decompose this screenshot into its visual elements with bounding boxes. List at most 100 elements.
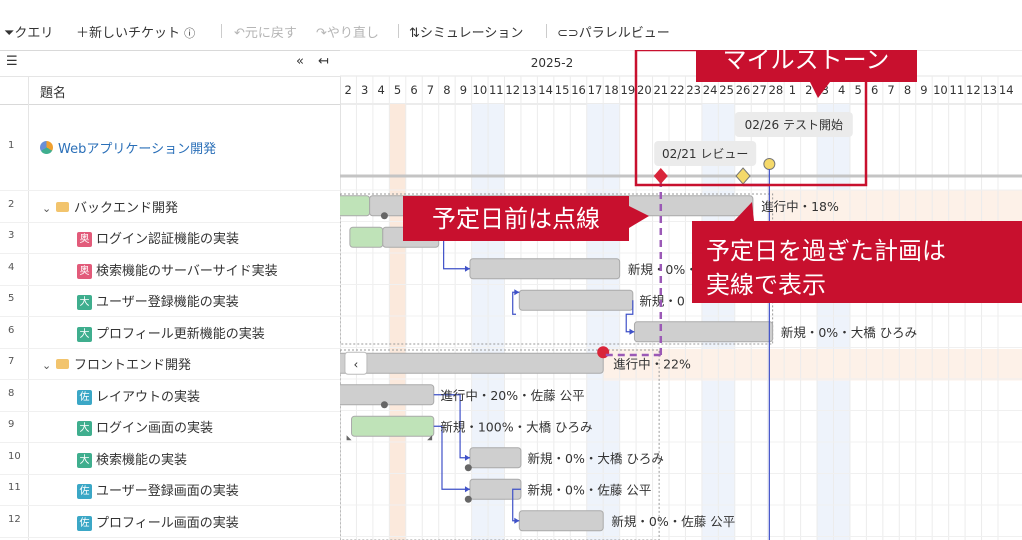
list-item-project[interactable]: Webアプリケーション開発 bbox=[40, 138, 216, 157]
day-label: 7 bbox=[427, 83, 434, 97]
row-number: 6 bbox=[8, 324, 15, 336]
resize-handle[interactable] bbox=[346, 435, 352, 441]
day-label: 8 bbox=[904, 83, 911, 97]
arrow-head bbox=[514, 289, 520, 296]
simulation-button[interactable]: ⇅シミュレーション bbox=[409, 22, 523, 41]
day-label: 14 bbox=[538, 83, 553, 97]
weekend-column bbox=[586, 104, 604, 540]
assignee-badge: 奥 bbox=[77, 263, 92, 279]
day-label: 25 bbox=[719, 83, 734, 97]
arrow-head bbox=[464, 265, 470, 272]
title-column-header[interactable]: 題名 bbox=[40, 82, 66, 101]
day-label: 1 bbox=[789, 83, 796, 97]
task-bar[interactable] bbox=[633, 321, 774, 343]
row-divider bbox=[0, 253, 340, 254]
assignee-badge: 大 bbox=[77, 452, 92, 468]
query-button[interactable]: ⏷クエリ bbox=[4, 22, 53, 41]
dependency-handle[interactable] bbox=[464, 464, 472, 472]
row-number: 12 bbox=[8, 513, 21, 525]
bar-label: 進行中・22% bbox=[613, 356, 691, 371]
weekend-column bbox=[389, 104, 406, 540]
task-bar-progress[interactable] bbox=[340, 195, 371, 217]
row-number: 1 bbox=[8, 140, 15, 151]
panel-toolbar: ☰ « ↤ bbox=[0, 50, 340, 77]
day-label: 15 bbox=[555, 83, 570, 97]
row-divider bbox=[0, 284, 340, 286]
task-bar-progress[interactable] bbox=[351, 415, 435, 437]
bar-label: 新規・0%・佐藤 公平 bbox=[528, 482, 652, 497]
list-item-task[interactable]: 大ユーザー登録機能の実装 bbox=[77, 291, 239, 311]
group-bar[interactable] bbox=[340, 352, 604, 374]
dependency-handle[interactable] bbox=[464, 495, 472, 503]
row-divider bbox=[0, 536, 340, 538]
list-item-task[interactable]: 大検索機能の実装 bbox=[77, 449, 187, 468]
milestone-diamond[interactable] bbox=[653, 168, 668, 184]
list-item-task[interactable]: 大プロフィール更新機能の実装 bbox=[77, 323, 265, 342]
chevron-left-icon[interactable]: ‹ bbox=[354, 357, 359, 371]
day-label: 26 bbox=[736, 83, 751, 97]
assignee-badge: 大 bbox=[77, 421, 92, 437]
month-label: 2025-2 bbox=[531, 56, 574, 70]
filter-icon: ⏷ bbox=[4, 26, 15, 41]
chevron-down-icon[interactable]: ⌄ bbox=[42, 202, 56, 215]
task-bar[interactable] bbox=[340, 384, 435, 406]
bar-label: 進行中・20%・佐藤 公平 bbox=[440, 388, 584, 403]
task-title: Webアプリケーション開発 bbox=[58, 142, 217, 157]
day-label: 22 bbox=[670, 83, 685, 97]
task-title: ユーザー登録画面の実装 bbox=[96, 484, 239, 500]
day-label: 14 bbox=[999, 83, 1014, 97]
undo-button[interactable]: ↶元に戻す bbox=[234, 22, 297, 41]
day-label: 6 bbox=[410, 83, 417, 97]
row-number: 11 bbox=[8, 482, 21, 494]
bar-label: 新規・0%・大橋 ひろみ bbox=[781, 325, 917, 340]
list-item-task[interactable]: 佐プロフィール画面の実装 bbox=[77, 512, 239, 531]
folder-icon bbox=[56, 359, 69, 370]
row-divider bbox=[0, 473, 340, 475]
task-bar[interactable] bbox=[469, 447, 522, 469]
day-label: 16 bbox=[571, 83, 586, 97]
list-item-task[interactable]: 佐レイアウトの実装 bbox=[77, 386, 200, 405]
task-bar[interactable] bbox=[518, 510, 604, 532]
task-title: フロントエンド開発 bbox=[74, 358, 192, 374]
day-label: 2 bbox=[805, 83, 812, 97]
day-label: 27 bbox=[752, 83, 767, 97]
toolbar-divider bbox=[221, 24, 222, 38]
day-label: 5 bbox=[855, 83, 862, 97]
info-icon[interactable]: ⓘ bbox=[184, 27, 195, 40]
new-ticket-button[interactable]: ＋新しいチケット ⓘ bbox=[76, 22, 195, 41]
redo-button[interactable]: ↷やり直し bbox=[316, 22, 379, 41]
dependency-handle[interactable] bbox=[380, 212, 388, 220]
chevron-down-icon[interactable]: ⌄ bbox=[42, 359, 56, 372]
row-number: 2 bbox=[8, 198, 15, 210]
list-item-task[interactable]: 奥検索機能のサーバーサイド実装 bbox=[77, 260, 278, 279]
weekend-column bbox=[833, 104, 850, 540]
assignee-badge: 大 bbox=[77, 326, 92, 342]
columns-settings-icon[interactable]: ☰ bbox=[6, 54, 18, 69]
toolbar-divider bbox=[546, 24, 547, 38]
collapse-all-icon[interactable]: « bbox=[296, 54, 304, 69]
undo-icon: ↶ bbox=[234, 26, 245, 41]
row-number: 5 bbox=[8, 293, 15, 305]
day-label: 9 bbox=[460, 83, 467, 97]
parallel-view-toggle[interactable]: ⊂⊃パラレルビュー bbox=[557, 22, 670, 41]
task-bar[interactable] bbox=[469, 258, 621, 280]
day-label: 19 bbox=[621, 83, 636, 97]
list-item-task[interactable]: 大ログイン画面の実装 bbox=[77, 417, 214, 437]
milestone-diamond[interactable] bbox=[735, 167, 751, 185]
toolbar: ⏷クエリ ＋新しいチケット ⓘ ↶元に戻す ↷やり直し ⇅シミュレーション ⊂⊃… bbox=[0, 14, 1022, 50]
milestone-anchor[interactable] bbox=[763, 158, 776, 170]
list-item-group[interactable]: ⌄ バックエンド開発 bbox=[42, 197, 178, 216]
list-item-task[interactable]: 奥ログイン認証機能の実装 bbox=[77, 228, 239, 248]
list-item-task[interactable]: 佐ユーザー登録画面の実装 bbox=[77, 480, 239, 500]
assignee-badge: 佐 bbox=[77, 484, 92, 500]
list-item-group[interactable]: ⌄ フロントエンド開発 bbox=[42, 354, 191, 373]
task-bar-progress[interactable] bbox=[349, 226, 384, 248]
scroll-to-today-icon[interactable]: ↤ bbox=[318, 54, 329, 69]
task-title: ログイン画面の実装 bbox=[96, 421, 214, 437]
dependency-handle[interactable] bbox=[380, 401, 388, 409]
task-bar[interactable] bbox=[518, 289, 634, 311]
arrow-head bbox=[629, 328, 635, 335]
overdue-marker[interactable] bbox=[597, 346, 610, 359]
new-ticket-label: 新しいチケット bbox=[89, 26, 181, 41]
row-number: 10 bbox=[8, 450, 21, 462]
